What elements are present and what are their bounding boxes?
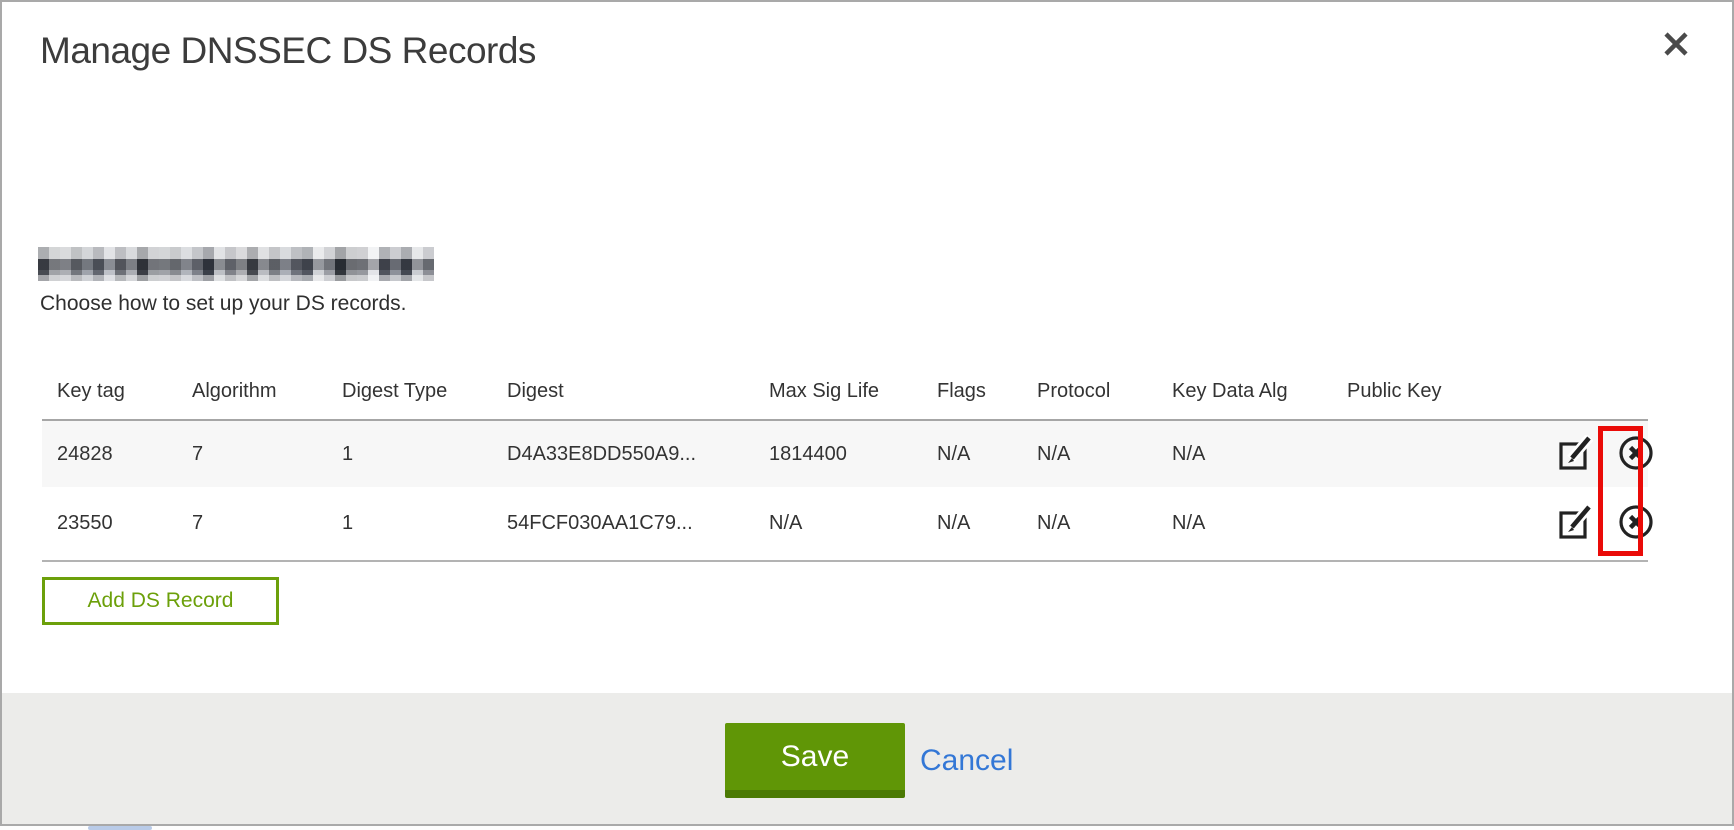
- cell-digest-type: 1: [327, 420, 492, 487]
- background-page-fragment: [0, 826, 1734, 830]
- redacted-domain-name: [38, 247, 434, 281]
- col-header-key-data-alg: Key Data Alg: [1157, 364, 1332, 420]
- page: Manage DNSSEC DS Records Choose how to s…: [0, 0, 1734, 830]
- edit-record-button[interactable]: [1557, 435, 1593, 474]
- cell-algorithm: 7: [177, 420, 327, 487]
- table-row: 24828 7 1 D4A33E8DD550A9... 1814400 N/A …: [42, 420, 1648, 487]
- col-header-digest-type: Digest Type: [327, 364, 492, 420]
- close-icon: [1660, 28, 1692, 60]
- col-header-flags: Flags: [922, 364, 1022, 420]
- cell-flags: N/A: [922, 420, 1022, 487]
- table-header-row: Key tag Algorithm Digest Type Digest Max…: [42, 364, 1648, 420]
- background-artifact: [88, 826, 152, 830]
- modal-title: Manage DNSSEC DS Records: [40, 30, 536, 72]
- delete-record-button[interactable]: [1617, 503, 1655, 544]
- cell-actions: [1542, 420, 1648, 487]
- cell-algorithm: 7: [177, 487, 327, 561]
- col-header-public-key: Public Key: [1332, 364, 1542, 420]
- cell-digest-type: 1: [327, 487, 492, 561]
- add-ds-record-button[interactable]: Add DS Record: [42, 577, 279, 625]
- cell-digest: 54FCF030AA1C79...: [492, 487, 754, 561]
- cell-public-key: [1332, 487, 1542, 561]
- cell-key-data-alg: N/A: [1157, 420, 1332, 487]
- col-header-protocol: Protocol: [1022, 364, 1157, 420]
- cell-digest: D4A33E8DD550A9...: [492, 420, 754, 487]
- col-header-actions: [1542, 364, 1648, 420]
- delete-icon: [1617, 503, 1655, 541]
- close-button[interactable]: [1654, 22, 1698, 66]
- col-header-max-sig-life: Max Sig Life: [754, 364, 922, 420]
- col-header-algorithm: Algorithm: [177, 364, 327, 420]
- cell-max-sig-life: N/A: [754, 487, 922, 561]
- edit-icon: [1557, 504, 1593, 540]
- edit-icon: [1557, 435, 1593, 471]
- cell-actions: [1542, 487, 1648, 561]
- dnssec-ds-records-modal: Manage DNSSEC DS Records Choose how to s…: [0, 0, 1734, 826]
- delete-icon: [1617, 434, 1655, 472]
- cell-key-tag: 23550: [42, 487, 177, 561]
- cancel-link[interactable]: Cancel: [920, 723, 1013, 798]
- cell-public-key: [1332, 420, 1542, 487]
- ds-records-table: Key tag Algorithm Digest Type Digest Max…: [42, 364, 1648, 562]
- cell-protocol: N/A: [1022, 420, 1157, 487]
- edit-record-button[interactable]: [1557, 504, 1593, 543]
- col-header-digest: Digest: [492, 364, 754, 420]
- col-header-key-tag: Key tag: [42, 364, 177, 420]
- cell-max-sig-life: 1814400: [754, 420, 922, 487]
- cell-key-data-alg: N/A: [1157, 487, 1332, 561]
- table-row: 23550 7 1 54FCF030AA1C79... N/A N/A N/A …: [42, 487, 1648, 561]
- delete-record-button[interactable]: [1617, 434, 1655, 475]
- save-button[interactable]: Save: [725, 723, 905, 798]
- cell-flags: N/A: [922, 487, 1022, 561]
- instruction-text: Choose how to set up your DS records.: [40, 292, 407, 316]
- cell-protocol: N/A: [1022, 487, 1157, 561]
- cell-key-tag: 24828: [42, 420, 177, 487]
- modal-footer: Save Cancel: [2, 693, 1732, 824]
